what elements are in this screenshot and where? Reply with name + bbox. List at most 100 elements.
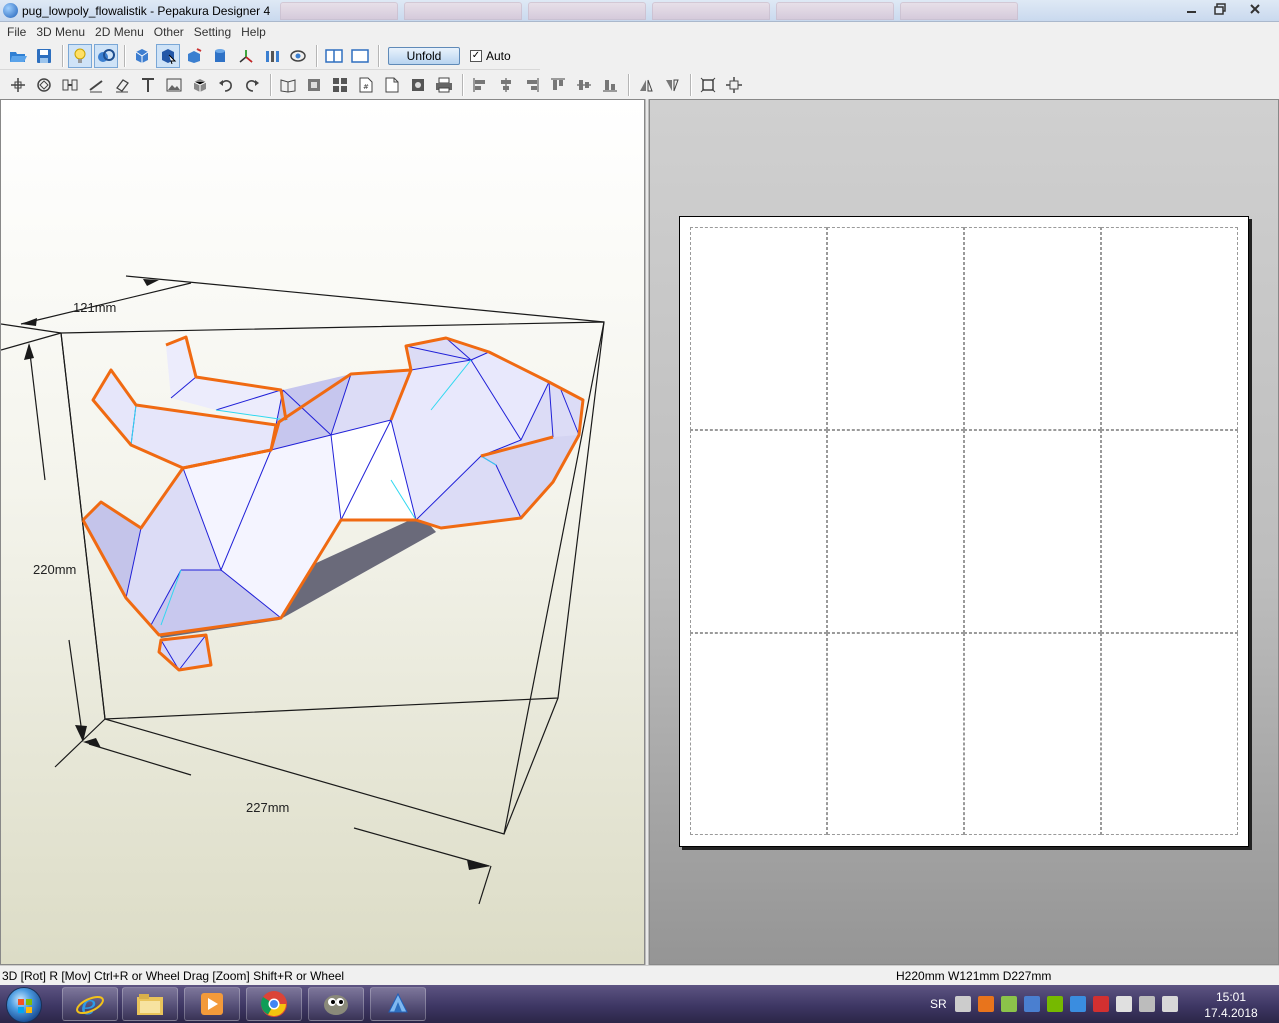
page-button[interactable]: # bbox=[354, 73, 378, 97]
start-button[interactable] bbox=[6, 987, 42, 1023]
layout-single-icon bbox=[351, 48, 369, 63]
status-dimensions: H220mm W121mm D227mm bbox=[896, 969, 1052, 983]
rotate-button[interactable] bbox=[32, 73, 56, 97]
box-button[interactable] bbox=[188, 73, 212, 97]
text-button[interactable] bbox=[136, 73, 160, 97]
menu-2d[interactable]: 2D Menu bbox=[90, 25, 149, 39]
system-tray: SR bbox=[930, 985, 1185, 1023]
save-button[interactable] bbox=[32, 44, 56, 68]
align-left-icon bbox=[473, 78, 485, 92]
taskbar-internet-explorer[interactable]: e bbox=[62, 987, 118, 1021]
action-center-flag-icon[interactable] bbox=[1115, 996, 1132, 1012]
align-bottom-icon bbox=[603, 80, 617, 92]
page-grid bbox=[690, 227, 1238, 835]
restore-button[interactable] bbox=[1207, 0, 1233, 18]
layout-single-button[interactable] bbox=[348, 44, 372, 68]
open-file-icon bbox=[10, 51, 27, 62]
print-icon bbox=[436, 77, 452, 93]
antivirus-icon[interactable] bbox=[1092, 996, 1109, 1012]
eraser-button[interactable] bbox=[110, 73, 134, 97]
auto-checkbox[interactable]: ✓ bbox=[470, 49, 482, 62]
select-face-icon bbox=[162, 48, 177, 64]
edge-bar-button[interactable] bbox=[260, 44, 284, 68]
paint-button[interactable] bbox=[182, 44, 206, 68]
layout-split-button[interactable] bbox=[322, 44, 346, 68]
3d-view-panel[interactable]: 121mm 220mm 227mm bbox=[0, 99, 645, 965]
save-icon bbox=[37, 48, 51, 63]
flip-button[interactable] bbox=[634, 73, 658, 97]
book-button[interactable] bbox=[276, 73, 300, 97]
volume-muted-icon[interactable] bbox=[1161, 996, 1178, 1012]
minimize-icon bbox=[1187, 11, 1196, 13]
align-right-button[interactable] bbox=[520, 73, 544, 97]
print-button[interactable] bbox=[432, 73, 456, 97]
pug-model[interactable] bbox=[81, 335, 585, 672]
taskbar-gimp[interactable] bbox=[308, 987, 364, 1021]
select-face-button[interactable] bbox=[156, 43, 180, 68]
book-icon bbox=[280, 79, 296, 93]
clock-date: 17.4.2018 bbox=[1204, 1006, 1258, 1020]
network-tray-icon[interactable] bbox=[1000, 996, 1017, 1012]
menu-file[interactable]: File bbox=[2, 25, 31, 39]
menu-3d[interactable]: 3D Menu bbox=[31, 25, 90, 39]
open-button[interactable] bbox=[6, 44, 30, 68]
page-add-button[interactable] bbox=[380, 73, 404, 97]
app-tray-icon[interactable] bbox=[977, 996, 994, 1012]
minimize-button[interactable] bbox=[1179, 0, 1205, 18]
view-button[interactable] bbox=[286, 44, 310, 68]
language-indicator[interactable]: SR bbox=[930, 997, 947, 1011]
unfold-button[interactable]: Unfold bbox=[388, 46, 460, 65]
grid-button[interactable] bbox=[328, 73, 352, 97]
move-button[interactable] bbox=[6, 73, 30, 97]
browser-tab bbox=[528, 2, 646, 20]
axis-button[interactable] bbox=[234, 44, 258, 68]
cylinder-button[interactable] bbox=[208, 44, 232, 68]
flip2-button[interactable] bbox=[660, 73, 684, 97]
flip-icon bbox=[640, 79, 653, 92]
align-center-button[interactable] bbox=[494, 73, 518, 97]
image-button[interactable] bbox=[162, 73, 186, 97]
menu-setting[interactable]: Setting bbox=[189, 25, 236, 39]
close-button[interactable] bbox=[1235, 0, 1275, 18]
redo-button[interactable] bbox=[240, 73, 264, 97]
align-top-button[interactable] bbox=[546, 73, 570, 97]
taskbar-chrome[interactable] bbox=[246, 987, 302, 1021]
auto-checkbox-wrap[interactable]: ✓ Auto bbox=[470, 49, 511, 63]
light-toggle-button[interactable] bbox=[68, 43, 92, 68]
align-bottom-button[interactable] bbox=[598, 73, 622, 97]
pepakura-app-icon[interactable] bbox=[3, 3, 18, 18]
clock[interactable]: 15:01 17.4.2018 bbox=[1196, 989, 1266, 1021]
text-icon bbox=[142, 78, 154, 92]
print-sheet[interactable] bbox=[679, 216, 1249, 847]
menu-help[interactable]: Help bbox=[236, 25, 271, 39]
line-icon bbox=[89, 80, 103, 93]
align-middle-button[interactable] bbox=[572, 73, 596, 97]
browser-tab bbox=[776, 2, 894, 20]
line-button[interactable] bbox=[84, 73, 108, 97]
align-left-button[interactable] bbox=[468, 73, 492, 97]
frame-button[interactable] bbox=[302, 73, 326, 97]
shield-icon[interactable] bbox=[1069, 996, 1086, 1012]
pepakura-icon bbox=[388, 992, 408, 1013]
cylinder-icon bbox=[215, 48, 225, 62]
network-icon[interactable] bbox=[1138, 996, 1155, 1012]
3d-viewport[interactable]: 121mm 220mm 227mm bbox=[1, 100, 645, 965]
fit-button[interactable] bbox=[696, 73, 720, 97]
2d-view-panel[interactable] bbox=[649, 99, 1279, 965]
taskbar-media-player[interactable] bbox=[184, 987, 240, 1021]
menu-other[interactable]: Other bbox=[149, 25, 189, 39]
nvidia-icon[interactable] bbox=[1046, 996, 1063, 1012]
toolbar-separator bbox=[462, 74, 464, 96]
join-button[interactable] bbox=[58, 73, 82, 97]
taskbar-pepakura[interactable] bbox=[370, 987, 426, 1021]
clock-time: 15:01 bbox=[1215, 990, 1247, 1004]
texture-toggle-button[interactable] bbox=[94, 43, 118, 68]
display-tray-icon[interactable] bbox=[1023, 996, 1040, 1012]
taskbar-file-explorer[interactable] bbox=[122, 987, 178, 1021]
rotate-model-button[interactable] bbox=[130, 44, 154, 68]
keyboard-icon[interactable] bbox=[954, 996, 971, 1012]
undo-button[interactable] bbox=[214, 73, 238, 97]
expand-button[interactable] bbox=[722, 73, 746, 97]
camera-button[interactable] bbox=[406, 73, 430, 97]
toolbar-separator bbox=[690, 74, 692, 96]
